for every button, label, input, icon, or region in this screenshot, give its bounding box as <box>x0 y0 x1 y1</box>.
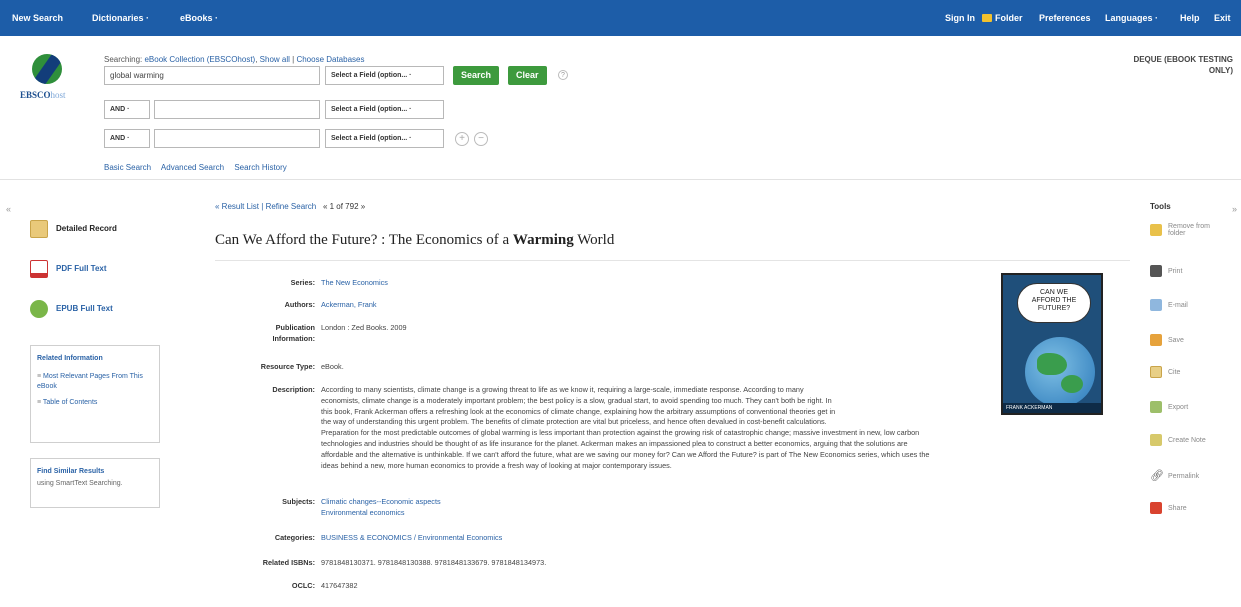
book-cover-image[interactable]: CAN WE AFFORD THE FUTURE? FRANK ACKERMAN <box>1001 273 1103 415</box>
preferences-link[interactable]: Preferences <box>1039 13 1091 23</box>
field-select-1[interactable]: Select a Field (option... · <box>325 66 444 85</box>
search-history-link[interactable]: Search History <box>234 163 286 172</box>
cite-tool[interactable]: Cite <box>1150 366 1240 378</box>
pdf-full-text-link[interactable]: PDF Full Text <box>30 260 107 278</box>
related-information-panel: Related Information Most Relevant Pages … <box>30 345 160 443</box>
ebooks-menu[interactable]: eBooks · <box>180 13 218 23</box>
account-name: DEQUE (EBOOK TESTING ONLY) <box>1133 55 1233 75</box>
title-divider <box>215 260 1130 261</box>
find-similar-panel: Find Similar Results using SmartText Sea… <box>30 458 160 508</box>
basic-search-link[interactable]: Basic Search <box>104 163 151 172</box>
field-select-2[interactable]: Select a Field (option... · <box>325 100 444 119</box>
top-toolbar: New Search Dictionaries · eBooks · Sign … <box>0 0 1241 36</box>
sign-in-link[interactable]: Sign In <box>945 13 975 23</box>
field-select-3[interactable]: Select a Field (option... · <box>325 129 444 148</box>
most-relevant-pages-link[interactable]: Most Relevant Pages From This eBook <box>37 372 153 392</box>
show-all-link[interactable]: Show all <box>260 55 290 64</box>
share-icon <box>1150 502 1162 514</box>
pdf-icon <box>30 260 48 278</box>
collapse-left-icon[interactable]: « <box>6 204 11 214</box>
epub-full-text-link[interactable]: EPUB Full Text <box>30 300 113 318</box>
ebscohost-logo[interactable]: EBSCOhost <box>20 54 80 100</box>
subject-link[interactable]: Climatic changes--Economic aspects <box>321 497 1121 508</box>
remove-from-folder-tool[interactable]: Remove from folder <box>1150 223 1240 237</box>
help-link[interactable]: Help <box>1180 13 1200 23</box>
search-header: EBSCOhost Searching: eBook Collection (E… <box>0 36 1241 180</box>
add-row-icon[interactable]: + <box>455 132 469 146</box>
export-icon <box>1150 401 1162 413</box>
category-link[interactable]: BUSINESS & ECONOMICS / Environmental Eco… <box>321 533 1121 544</box>
result-list-link[interactable]: « Result List <box>215 202 259 211</box>
find-similar-subtext: using SmartText Searching. <box>37 480 123 487</box>
detailed-record-link[interactable]: Detailed Record <box>30 220 117 238</box>
subject-link[interactable]: Environmental economics <box>321 508 1121 519</box>
email-icon <box>1150 299 1162 311</box>
searching-line: Searching: eBook Collection (EBSCOhost),… <box>104 55 365 64</box>
save-icon <box>1150 334 1162 346</box>
result-navigation: « Result List | Refine Search « 1 of 792… <box>215 202 366 211</box>
folder-remove-icon <box>1150 224 1162 236</box>
link-icon: 🔗︎ <box>1150 470 1164 482</box>
save-tool[interactable]: Save <box>1150 334 1240 346</box>
search-input-3[interactable] <box>154 129 320 148</box>
new-search-link[interactable]: New Search <box>12 13 63 23</box>
create-note-tool[interactable]: Create Note <box>1150 434 1240 446</box>
choose-databases-link[interactable]: Choose Databases <box>296 55 364 64</box>
tools-title: Tools <box>1150 202 1171 211</box>
permalink-tool[interactable]: 🔗︎ Permalink <box>1150 470 1240 482</box>
related-information-title: Related Information <box>37 355 103 362</box>
logo-globe-icon <box>32 54 62 84</box>
refine-search-link[interactable]: Refine Search <box>266 202 317 211</box>
find-similar-link[interactable]: Find Similar Results <box>37 467 153 477</box>
record-icon <box>30 220 48 238</box>
search-links: Basic Search Advanced Search Search Hist… <box>104 163 295 172</box>
remove-row-icon[interactable]: − <box>474 132 488 146</box>
collection-link[interactable]: eBook Collection (EBSCOhost) <box>144 55 255 64</box>
cover-title-bubble: CAN WE AFFORD THE FUTURE? <box>1017 283 1091 323</box>
folder-link[interactable]: Folder <box>982 13 1023 23</box>
cover-author-band: FRANK ACKERMAN <box>1003 403 1101 413</box>
printer-icon <box>1150 265 1162 277</box>
exit-link[interactable]: Exit <box>1214 13 1231 23</box>
advanced-search-link[interactable]: Advanced Search <box>161 163 224 172</box>
help-icon[interactable]: ? <box>558 70 568 80</box>
collapse-tools-icon[interactable]: » <box>1232 204 1237 214</box>
email-tool[interactable]: E-mail <box>1150 299 1240 311</box>
search-input-2[interactable] <box>154 100 320 119</box>
search-input-1[interactable]: global warming <box>104 66 320 85</box>
share-tool[interactable]: Share <box>1150 502 1240 514</box>
note-icon <box>1150 434 1162 446</box>
bool-select-3[interactable]: AND · <box>104 129 150 148</box>
clear-button[interactable]: Clear <box>508 66 547 85</box>
folder-icon <box>982 14 992 22</box>
result-pager[interactable]: « 1 of 792 » <box>323 202 365 211</box>
dictionaries-menu[interactable]: Dictionaries · <box>92 13 149 23</box>
print-tool[interactable]: Print <box>1150 265 1240 277</box>
epub-icon <box>30 300 48 318</box>
record-title: Can We Afford the Future? : The Economic… <box>215 232 615 248</box>
languages-menu[interactable]: Languages · <box>1105 13 1158 23</box>
export-tool[interactable]: Export <box>1150 401 1240 413</box>
cite-icon <box>1150 366 1162 378</box>
search-button[interactable]: Search <box>453 66 500 85</box>
table-of-contents-link[interactable]: Table of Contents <box>37 398 153 408</box>
bool-select-2[interactable]: AND · <box>104 100 150 119</box>
